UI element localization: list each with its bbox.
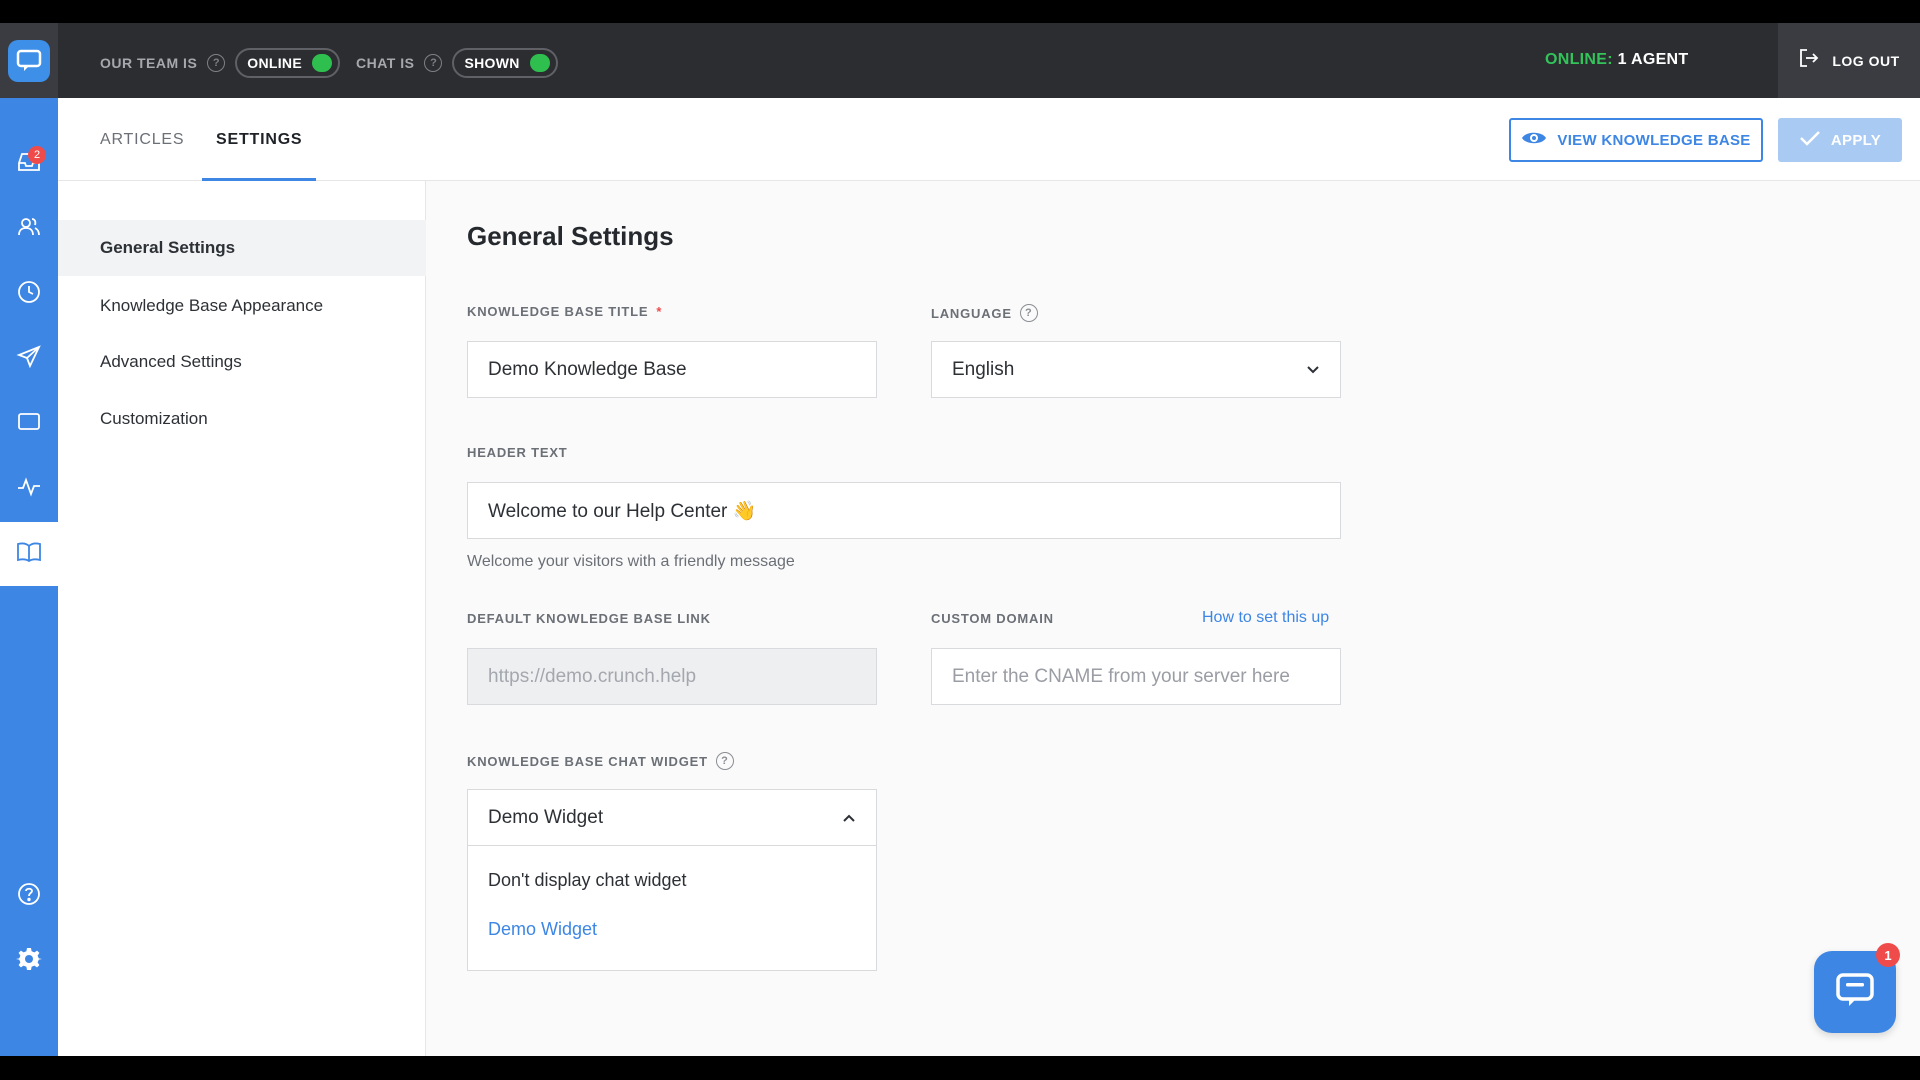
chat-help-icon[interactable]: ? (424, 54, 443, 72)
tab-settings[interactable]: SETTINGS (201, 98, 317, 181)
header-text-label: HEADER TEXT (467, 445, 568, 460)
header-text-label-row: HEADER TEXT (467, 445, 568, 460)
app-logo[interactable] (0, 23, 58, 98)
team-help-icon[interactable]: ? (207, 54, 226, 72)
chat-status-toggle[interactable]: SHOWN (452, 48, 558, 78)
kb-title-input[interactable]: Demo Knowledge Base (467, 341, 877, 398)
kb-title-label-row: KNOWLEDGE BASE TITLE * (467, 304, 662, 319)
team-status-group: OUR TEAM IS ? ONLINE (100, 48, 340, 78)
chat-widget-label-row: KNOWLEDGE BASE CHAT WIDGET ? (467, 752, 734, 770)
toggle-on-indicator (311, 54, 332, 72)
chat-status-value: SHOWN (464, 55, 520, 71)
language-label: LANGUAGE (931, 305, 1012, 321)
logout-label: LOG OUT (1832, 52, 1900, 69)
required-mark: * (656, 304, 663, 319)
language-value: English (952, 358, 1015, 380)
logout-button[interactable]: LOG OUT (1778, 23, 1920, 98)
custom-domain-input[interactable]: Enter the CNAME from your server here (931, 648, 1341, 705)
default-link-label-row: DEFAULT KNOWLEDGE BASE LINK (467, 611, 711, 626)
gear-icon (16, 946, 42, 977)
language-label-row: LANGUAGE ? (931, 304, 1038, 322)
chevron-up-icon (842, 807, 856, 829)
left-nav: 2 (0, 98, 58, 1056)
top-bar: OUR TEAM IS ? ONLINE CHAT IS ? SHOWN ONL… (0, 23, 1920, 98)
chat-widget-badge: 1 (1876, 943, 1900, 967)
team-status-label: OUR TEAM IS (100, 55, 198, 71)
header-text-input[interactable]: Welcome to our Help Center 👋 (467, 482, 1341, 539)
nav-inbox[interactable]: 2 (0, 132, 58, 196)
sidebar-item-advanced-settings[interactable]: Advanced Settings (58, 334, 426, 390)
language-help-icon[interactable]: ? (1019, 304, 1038, 322)
view-knowledge-base-button[interactable]: VIEW KNOWLEDGE BASE (1509, 118, 1763, 162)
apply-label: APPLY (1830, 131, 1882, 149)
nav-widgets[interactable] (0, 392, 58, 456)
nav-settings[interactable] (0, 929, 58, 993)
apply-button[interactable]: APPLY (1778, 118, 1902, 162)
logout-icon (1798, 47, 1820, 74)
clock-icon (16, 279, 42, 310)
nav-history[interactable] (0, 262, 58, 326)
nav-help[interactable] (0, 864, 58, 928)
send-icon (16, 344, 42, 375)
custom-domain-label: CUSTOM DOMAIN (931, 611, 1054, 626)
chat-status-group: CHAT IS ? SHOWN (356, 48, 558, 78)
chevron-down-icon (1306, 359, 1320, 381)
nav-campaigns[interactable] (0, 327, 58, 391)
settings-content: General Settings KNOWLEDGE BASE TITLE * … (427, 181, 1920, 1056)
online-value: 1 AGENT (1617, 51, 1689, 68)
online-label: ONLINE: (1545, 51, 1613, 68)
team-status-value: ONLINE (247, 55, 302, 71)
default-link-input: https://demo.crunch.help (467, 648, 877, 705)
sidebar-item-appearance[interactable]: Knowledge Base Appearance (58, 278, 426, 334)
dropdown-option-no-widget[interactable]: Don't display chat widget (488, 870, 687, 891)
online-agents-count: ONLINE: 1 AGENT (1545, 51, 1688, 69)
book-icon (16, 539, 42, 570)
custom-domain-help-link[interactable]: How to set this up (1202, 609, 1329, 627)
nav-contacts[interactable] (0, 197, 58, 261)
help-icon (17, 882, 41, 911)
content-header: ARTICLES SETTINGS VIEW KNOWLEDGE BASE AP… (58, 98, 1920, 181)
dropdown-option-demo-widget[interactable]: Demo Widget (488, 919, 597, 940)
inbox-badge: 2 (28, 146, 46, 164)
chat-logo-icon (8, 39, 50, 82)
eye-icon (1521, 129, 1547, 151)
language-select[interactable]: English (931, 341, 1341, 398)
users-icon (16, 214, 42, 245)
custom-domain-label-row: CUSTOM DOMAIN (931, 611, 1054, 626)
tab-articles[interactable]: ARTICLES (100, 98, 184, 181)
default-link-label: DEFAULT KNOWLEDGE BASE LINK (467, 611, 711, 626)
chat-widget-help-icon[interactable]: ? (715, 752, 734, 770)
page-title: General Settings (467, 221, 674, 251)
nav-analytics[interactable] (0, 457, 58, 521)
kb-title-label: KNOWLEDGE BASE TITLE (467, 304, 649, 319)
settings-sidebar: General Settings Knowledge Base Appearan… (58, 181, 426, 1056)
header-text-hint: Welcome your visitors with a friendly me… (467, 553, 795, 570)
team-status-toggle[interactable]: ONLINE (235, 48, 340, 78)
chat-status-label: CHAT IS (356, 55, 415, 71)
chat-bubble-icon (1835, 972, 1875, 1013)
sidebar-item-general-settings[interactable]: General Settings (58, 220, 426, 276)
toggle-on-indicator (529, 54, 550, 72)
chat-widget-value: Demo Widget (488, 806, 604, 828)
chat-widget-select[interactable]: Demo Widget (467, 789, 877, 846)
sidebar-item-customization[interactable]: Customization (58, 391, 426, 447)
activity-icon (16, 474, 42, 505)
chat-widget-label: KNOWLEDGE BASE CHAT WIDGET (467, 753, 708, 769)
chat-widget-dropdown: Don't display chat widget Demo Widget (467, 846, 877, 971)
nav-knowledge-base[interactable] (0, 522, 58, 586)
monitor-icon (16, 409, 42, 440)
view-knowledge-base-label: VIEW KNOWLEDGE BASE (1557, 131, 1751, 149)
app-frame: OUR TEAM IS ? ONLINE CHAT IS ? SHOWN ONL… (0, 23, 1920, 1056)
check-icon (1799, 129, 1821, 151)
